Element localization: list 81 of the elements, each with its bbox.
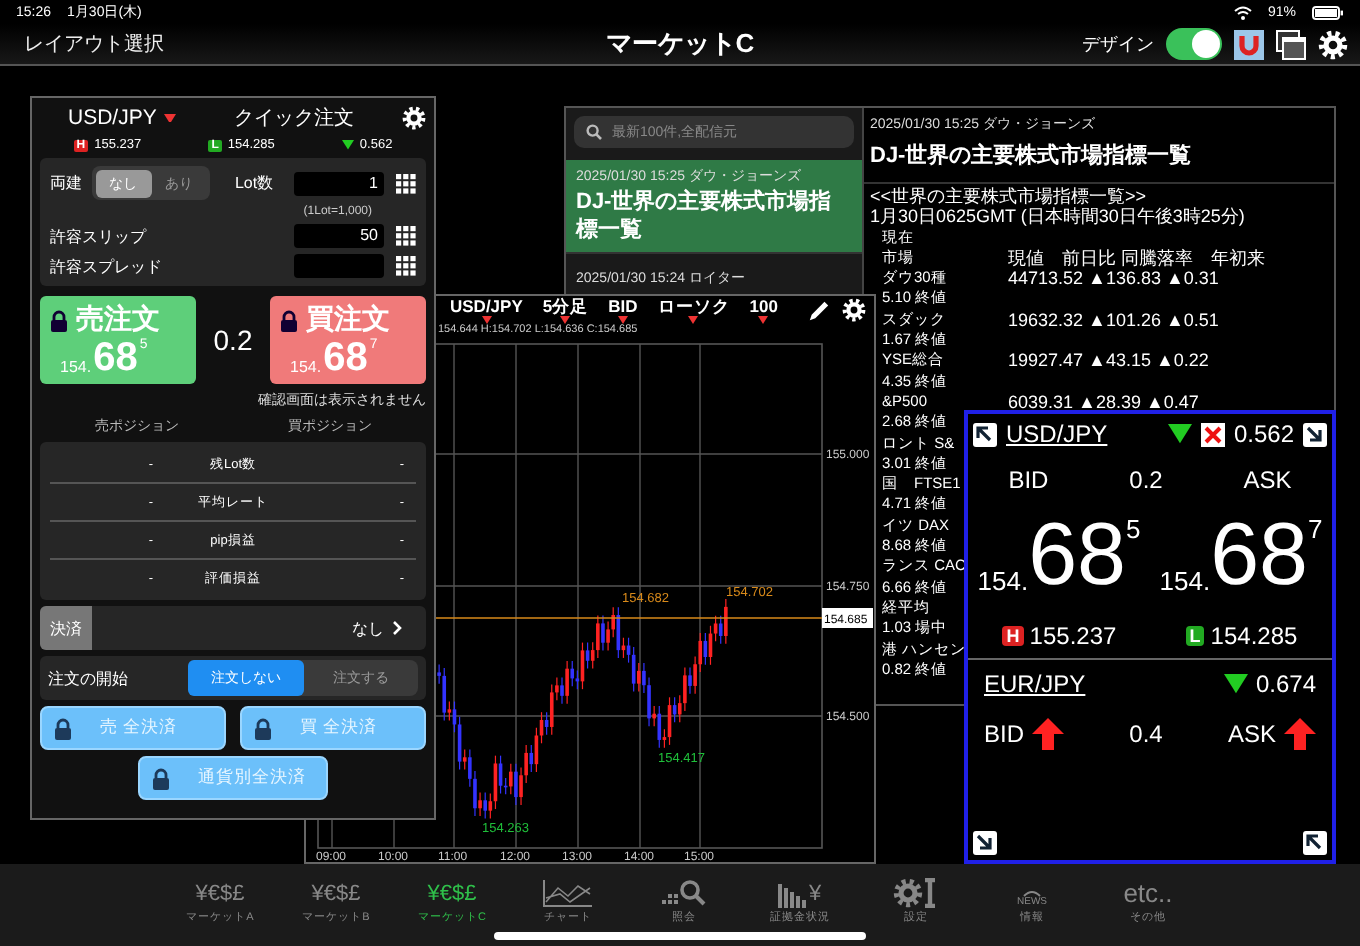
chart-option[interactable]: USD/JPY: [450, 297, 523, 323]
magnet-icon[interactable]: [1234, 29, 1264, 59]
lock-icon: [254, 717, 272, 739]
field-label: 注文の開始: [48, 667, 128, 689]
article-headline: DJ-世界の主要株式市場指標一覧: [870, 141, 1194, 170]
article-text: <<世界の主要株式市場指標一覧>>: [870, 186, 1149, 207]
price-change: 0.674: [1255, 670, 1316, 698]
bid-label: BID: [1008, 466, 1049, 494]
keypad-icon[interactable]: [396, 256, 416, 276]
settle-selector[interactable]: なし: [340, 615, 414, 641]
keypad-icon[interactable]: [396, 173, 416, 193]
spread-value: 0.2: [1129, 466, 1163, 494]
battery-icon: [1312, 5, 1344, 19]
bid-label: BID: [984, 720, 1025, 748]
chart-option[interactable]: ローソク: [657, 297, 730, 323]
chart-option[interactable]: BID: [608, 297, 638, 323]
article-text: 44713.52 ▲136.83 ▲0.31: [1006, 268, 1219, 289]
settings-icon: [892, 878, 940, 908]
spread-field[interactable]: [294, 254, 384, 278]
design-label: デザイン: [1082, 31, 1154, 57]
article-text: 1月30日0625GMT (日本時間30日午後3時25分): [870, 206, 1247, 228]
pencil-icon[interactable]: [808, 299, 830, 321]
lock-icon: [54, 717, 72, 739]
high-price: 155.237: [1029, 622, 1117, 650]
article-text: 6039.31 ▲28.39 ▲0.47: [1006, 391, 1199, 413]
chart-option[interactable]: 100: [749, 297, 778, 323]
bar-chart-icon: [778, 884, 807, 908]
windows-icon[interactable]: [1276, 29, 1306, 59]
currency-pair[interactable]: EUR/JPY: [984, 670, 1086, 698]
ask-label: ASK: [1227, 720, 1276, 748]
settings-icon[interactable]: [1318, 29, 1348, 59]
down-triangle-icon: [481, 315, 492, 323]
settle-tab[interactable]: 決済: [40, 606, 92, 650]
currency-pair[interactable]: USD/JPY: [1006, 420, 1108, 448]
lock-icon: [152, 767, 170, 789]
field-label: 許容スプレッド: [50, 255, 162, 277]
line-chart-icon: [542, 880, 594, 908]
resize-icon[interactable]: [1302, 421, 1328, 447]
screen-title: マーケットC: [605, 26, 755, 62]
design-toggle[interactable]: [1166, 28, 1222, 60]
article-text: 現値 前日比 同騰落率 年初来: [1006, 247, 1266, 269]
low-price: 154.285: [1210, 622, 1298, 650]
price-change: 0.562: [1233, 420, 1294, 448]
search-icon: [586, 124, 602, 140]
down-triangle-icon: [758, 315, 769, 323]
search-icon: [662, 880, 706, 908]
wifi-icon: [1233, 5, 1252, 19]
field-label: 両建: [50, 172, 82, 194]
close-icon[interactable]: [1199, 421, 1226, 447]
lock-icon: [50, 309, 68, 331]
resize-icon[interactable]: [972, 830, 998, 856]
lock-icon: [280, 309, 298, 331]
signal-icon: [1022, 888, 1042, 898]
field-label: Lot数: [234, 172, 274, 194]
down-triangle-icon: [1223, 674, 1248, 694]
article-text: 19927.47 ▲43.15 ▲0.22: [1006, 350, 1209, 372]
spread-value: 0.2: [213, 324, 253, 356]
chart-option[interactable]: 5分足: [542, 297, 589, 323]
settings-icon[interactable]: [402, 106, 426, 130]
down-triangle-icon: [617, 315, 628, 323]
article-text: 19632.32 ▲101.26 ▲0.51: [1006, 309, 1219, 331]
down-triangle-icon: [164, 113, 177, 123]
ask-label: ASK: [1243, 466, 1292, 494]
down-triangle-icon: [1167, 424, 1192, 444]
field-label: 許容スリップ: [50, 225, 146, 247]
down-triangle-icon: [341, 140, 354, 150]
high-badge: H: [1002, 626, 1024, 646]
currency-pair-selector[interactable]: USD/JPY: [40, 106, 177, 130]
keypad-icon[interactable]: [396, 226, 416, 246]
resize-icon[interactable]: [1302, 830, 1328, 856]
spread-value: 0.4: [1129, 720, 1163, 748]
slippage-field[interactable]: 50: [294, 224, 384, 248]
low-badge: L: [1185, 626, 1205, 646]
chevron-icon: [392, 620, 402, 636]
settings-icon[interactable]: [842, 298, 866, 322]
down-triangle-icon: [560, 315, 571, 323]
resize-icon[interactable]: [972, 421, 998, 447]
window-title: クイック注文: [234, 105, 354, 132]
layout-select-button[interactable]: レイアウト選択: [12, 28, 176, 60]
down-triangle-icon: [688, 315, 699, 323]
lot-field[interactable]: 1: [294, 171, 384, 195]
